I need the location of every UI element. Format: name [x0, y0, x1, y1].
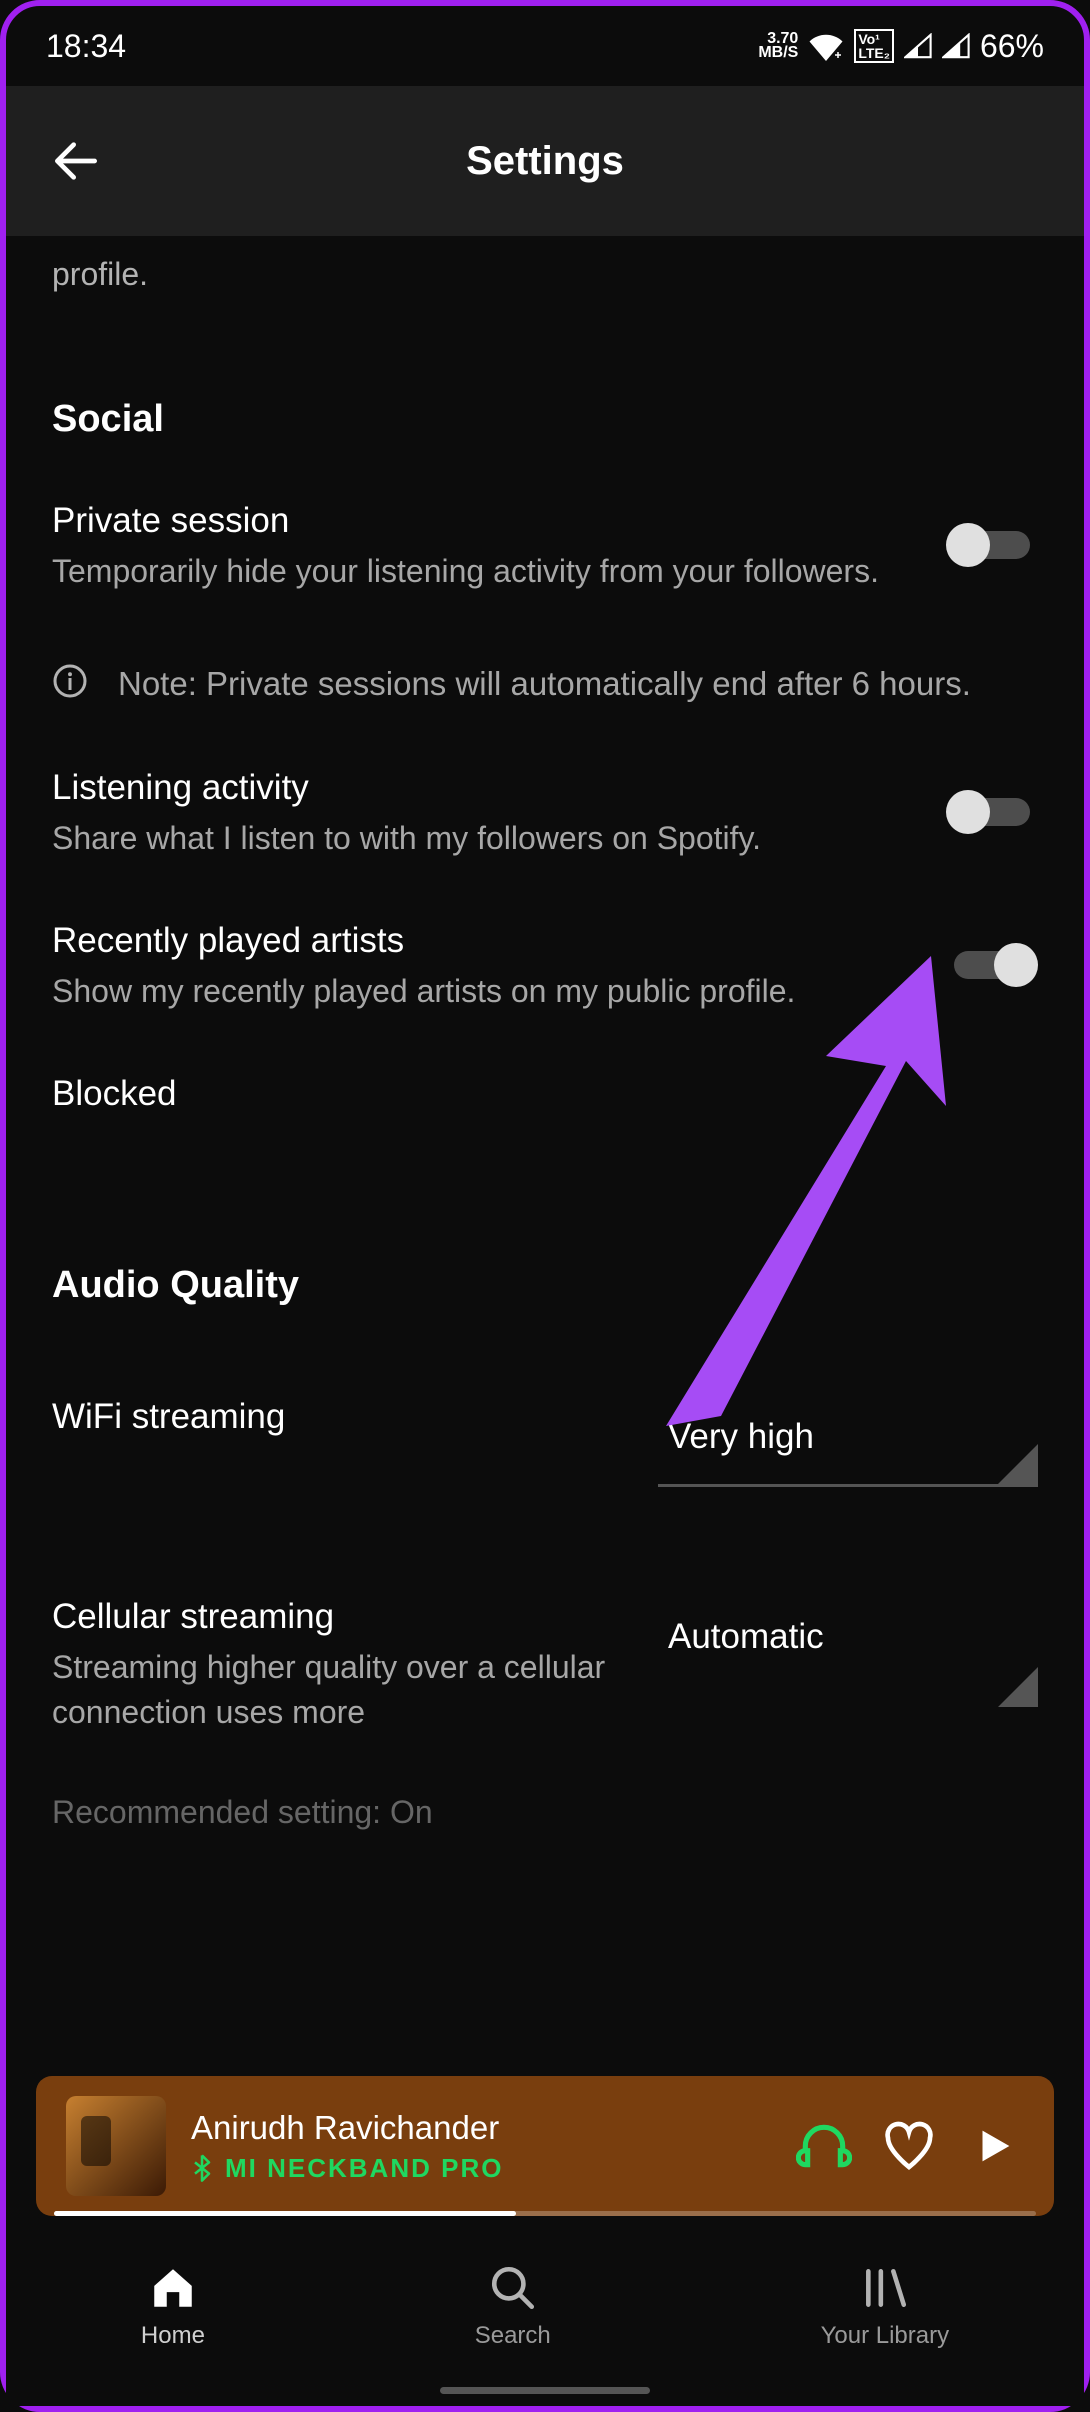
note-text: Note: Private sessions will automaticall…	[118, 659, 1038, 709]
library-icon	[860, 2263, 910, 2313]
nav-home[interactable]: Home	[141, 2262, 205, 2350]
section-audio-quality: Audio Quality	[52, 1264, 1038, 1307]
setting-listening-activity[interactable]: Listening activity Share what I listen t…	[52, 768, 1038, 861]
back-arrow-icon	[48, 133, 104, 189]
cellular-streaming-desc: Streaming higher quality over a cellular…	[52, 1645, 658, 1735]
nav-library[interactable]: Your Library	[821, 2262, 950, 2350]
volte-icon: Vo¹LTE₂	[854, 29, 894, 63]
wifi-streaming-label: WiFi streaming	[52, 1397, 658, 1437]
now-playing-info[interactable]: Anirudh Ravichander MI NECKBAND PRO	[191, 2109, 769, 2184]
signal-1-icon	[904, 33, 932, 59]
recently-played-toggle[interactable]	[946, 941, 1038, 989]
wifi-icon	[808, 31, 844, 61]
back-button[interactable]	[46, 131, 106, 191]
section-social: Social	[52, 398, 1038, 441]
setting-wifi-streaming[interactable]: WiFi streaming Very high	[52, 1397, 1038, 1487]
settings-content: profile. Social Private session Temporar…	[6, 236, 1084, 1831]
private-session-note: Note: Private sessions will automaticall…	[52, 659, 1038, 709]
private-session-label: Private session	[52, 501, 916, 541]
headphones-icon	[796, 2118, 852, 2174]
play-icon	[971, 2123, 1017, 2169]
wifi-streaming-value: Very high	[658, 1397, 1038, 1487]
app-header: Settings	[6, 86, 1084, 236]
now-playing-device: MI NECKBAND PRO	[225, 2153, 503, 2184]
signal-2-icon	[942, 33, 970, 59]
bottom-nav: Home Search Your Library	[6, 2226, 1084, 2406]
cellular-streaming-label: Cellular streaming	[52, 1597, 658, 1637]
page-title: Settings	[6, 139, 1084, 184]
nav-search-label: Search	[475, 2322, 551, 2350]
heart-icon	[881, 2118, 937, 2174]
battery-percent: 66%	[980, 28, 1044, 65]
like-button[interactable]	[879, 2116, 939, 2176]
wifi-streaming-dropdown[interactable]: Very high	[658, 1397, 1038, 1487]
setting-private-session[interactable]: Private session Temporarily hide your li…	[52, 501, 1038, 594]
setting-cellular-streaming[interactable]: Cellular streaming Streaming higher qual…	[52, 1597, 1038, 1735]
status-bar: 18:34 3.70 MB/S Vo¹LTE₂ 66%	[6, 6, 1084, 86]
playback-progress[interactable]	[54, 2211, 1036, 2216]
nav-search[interactable]: Search	[475, 2262, 551, 2350]
listening-activity-toggle[interactable]	[946, 788, 1038, 836]
play-button[interactable]	[964, 2116, 1024, 2176]
listening-activity-desc: Share what I listen to with my followers…	[52, 816, 916, 861]
status-time: 18:34	[46, 28, 126, 65]
bluetooth-icon	[191, 2154, 213, 2182]
private-session-toggle[interactable]	[946, 521, 1038, 569]
recommended-setting-text: Recommended setting: On	[52, 1794, 1038, 1831]
nav-home-label: Home	[141, 2322, 205, 2350]
cellular-streaming-value: Automatic	[658, 1597, 1038, 1687]
status-right: 3.70 MB/S Vo¹LTE₂ 66%	[758, 28, 1044, 65]
home-indicator[interactable]	[440, 2387, 650, 2394]
partial-text: profile.	[52, 236, 1038, 303]
network-speed: 3.70 MB/S	[758, 32, 798, 61]
now-playing-artist: Anirudh Ravichander	[191, 2109, 769, 2147]
home-icon	[148, 2263, 198, 2313]
dropdown-triangle-icon	[998, 1667, 1038, 1707]
recently-played-desc: Show my recently played artists on my pu…	[52, 969, 916, 1014]
blocked-row[interactable]: Blocked	[52, 1074, 1038, 1114]
search-icon	[488, 2263, 538, 2313]
device-picker-button[interactable]	[794, 2116, 854, 2176]
recently-played-label: Recently played artists	[52, 921, 916, 961]
album-art[interactable]	[66, 2096, 166, 2196]
info-icon	[52, 663, 88, 699]
cellular-streaming-dropdown[interactable]: Automatic	[658, 1597, 1038, 1687]
now-playing-bar[interactable]: Anirudh Ravichander MI NECKBAND PRO	[36, 2076, 1054, 2216]
dropdown-triangle-icon	[998, 1444, 1038, 1484]
listening-activity-label: Listening activity	[52, 768, 916, 808]
private-session-desc: Temporarily hide your listening activity…	[52, 549, 916, 594]
nav-library-label: Your Library	[821, 2322, 950, 2350]
setting-recently-played[interactable]: Recently played artists Show my recently…	[52, 921, 1038, 1014]
